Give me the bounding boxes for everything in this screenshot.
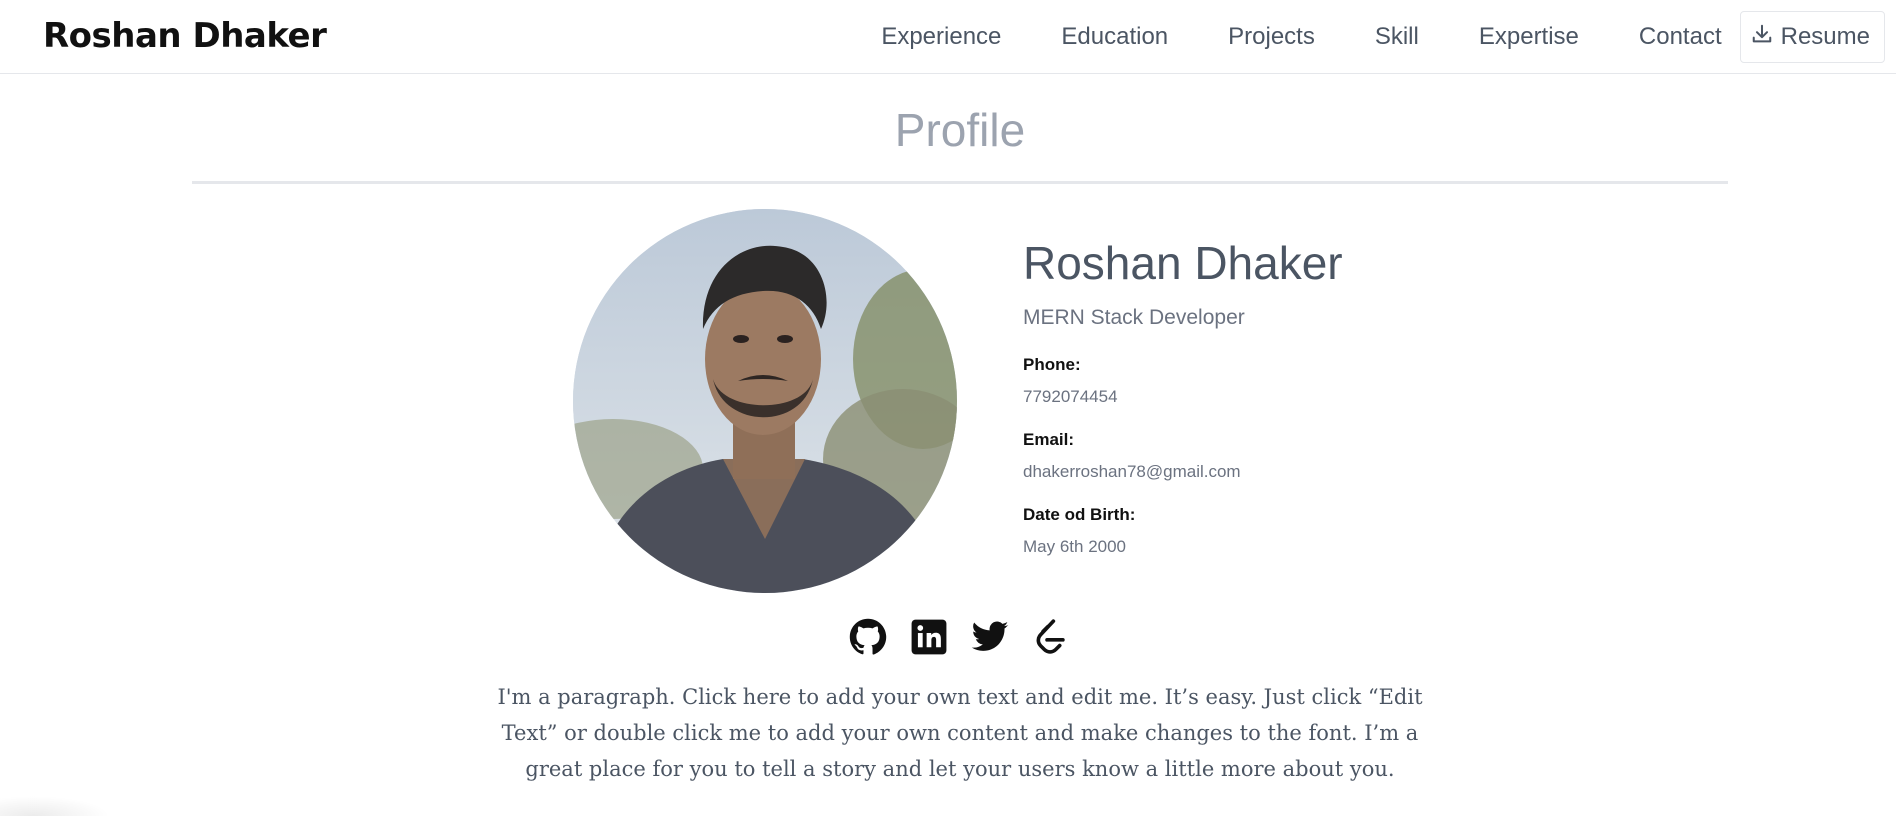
section-title: Profile [894,104,1026,156]
nav-contact[interactable]: Contact [1639,23,1722,51]
navbar: Roshan Dhaker Experience Education Proje… [0,0,1896,74]
nav-skill[interactable]: Skill [1375,23,1419,51]
corner-shadow [0,796,110,816]
section-divider [192,181,1728,184]
profile-details: Roshan Dhaker MERN Stack Developer Phone… [1023,237,1343,556]
nav-links: Experience Education Projects Skill Expe… [881,0,1896,74]
bio-paragraph: I'm a paragraph. Click here to add your … [497,685,1423,781]
github-icon[interactable] [848,617,888,657]
nav-experience[interactable]: Experience [881,23,1001,51]
resume-button[interactable]: Resume [1739,11,1885,63]
linkedin-icon[interactable] [909,617,949,657]
download-icon [1751,23,1781,52]
phone-value: 7792074454 [1023,387,1118,406]
profile-name: Roshan Dhaker [1023,237,1343,289]
email-label: Email: [1023,430,1075,449]
profile-role: MERN Stack Developer [1023,306,1245,329]
nav-expertise[interactable]: Expertise [1479,23,1579,51]
dob-label: Date od Birth: [1023,505,1136,524]
dob-value: May 6th 2000 [1023,537,1127,556]
brand-logo[interactable]: Roshan Dhaker [43,16,327,56]
nav-education[interactable]: Education [1061,23,1168,51]
twitter-icon[interactable] [970,617,1010,657]
leetcode-icon[interactable] [1031,617,1071,657]
social-links [848,617,1092,657]
phone-label: Phone: [1023,355,1081,374]
email-value: dhakerroshan78@gmail.com [1023,462,1241,481]
resume-label: Resume [1780,23,1870,50]
nav-projects[interactable]: Projects [1228,23,1315,51]
profile-photo [573,209,957,593]
